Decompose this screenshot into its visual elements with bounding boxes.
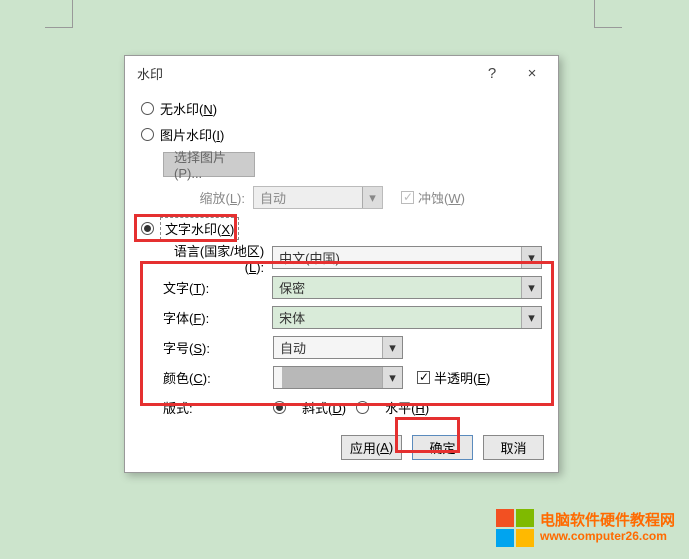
text-label: 文字(T): xyxy=(163,278,272,297)
page-corner-right xyxy=(594,0,622,28)
semitransparent-label: 半透明(E) xyxy=(434,368,490,387)
scale-select: 自动 ▾ xyxy=(253,186,383,209)
no-watermark-radio-row[interactable]: 无水印(N) xyxy=(141,96,542,120)
washout-label: 冲蚀(W) xyxy=(418,188,465,207)
site-url: www.computer26.com xyxy=(540,530,675,544)
ok-button[interactable]: 确定 xyxy=(412,435,473,460)
language-label: 语言(国家/地区)(L): xyxy=(163,241,272,275)
site-title: 电脑软件硬件教程网 xyxy=(540,512,675,529)
cancel-button[interactable]: 取消 xyxy=(483,435,544,460)
font-label: 字体(F): xyxy=(163,308,272,327)
ms-logo-icon xyxy=(496,509,534,547)
semitransparent-checkbox[interactable] xyxy=(417,371,430,384)
help-button[interactable]: ? xyxy=(472,58,512,88)
apply-button[interactable]: 应用(A) xyxy=(341,435,402,460)
chevron-down-icon[interactable]: ▾ xyxy=(521,277,541,298)
no-watermark-radio[interactable] xyxy=(141,102,154,115)
horizontal-label: 水平(H) xyxy=(385,398,429,417)
font-select[interactable]: 宋体 ▾ xyxy=(272,306,542,329)
size-select[interactable]: 自动 ▾ xyxy=(273,336,403,359)
chevron-down-icon[interactable]: ▾ xyxy=(521,247,541,268)
color-label: 颜色(C): xyxy=(163,368,273,387)
text-watermark-label: 文字水印(X) xyxy=(160,217,239,240)
horizontal-radio[interactable] xyxy=(356,401,369,414)
text-watermark-radio[interactable] xyxy=(141,222,154,235)
layout-label: 版式: xyxy=(163,398,273,417)
close-button[interactable]: × xyxy=(512,58,552,88)
watermark-dialog: 水印 ? × 无水印(N) 图片水印(I) 选择图片(P)... 缩放(L): xyxy=(124,55,559,473)
text-watermark-radio-row[interactable]: 文字水印(X) xyxy=(141,217,542,241)
diagonal-radio[interactable] xyxy=(273,401,286,414)
chevron-down-icon[interactable]: ▾ xyxy=(521,307,541,328)
page-corner-left xyxy=(45,0,73,28)
chevron-down-icon[interactable]: ▾ xyxy=(382,367,402,388)
scale-label: 缩放(L): xyxy=(163,188,253,207)
dialog-body: 无水印(N) 图片水印(I) 选择图片(P)... 缩放(L): 自动 ▾ xyxy=(125,90,558,427)
chevron-down-icon[interactable]: ▾ xyxy=(382,337,402,358)
washout-checkbox xyxy=(401,191,414,204)
chevron-down-icon: ▾ xyxy=(362,187,382,208)
no-watermark-label: 无水印(N) xyxy=(160,99,217,118)
dialog-titlebar: 水印 ? × xyxy=(125,56,558,90)
picture-section: 选择图片(P)... 缩放(L): 自动 ▾ 冲蚀(W) xyxy=(163,150,542,213)
color-swatch xyxy=(282,367,382,388)
language-select[interactable]: 中文(中国) ▾ xyxy=(272,246,542,269)
select-picture-button: 选择图片(P)... xyxy=(163,152,255,177)
picture-watermark-radio[interactable] xyxy=(141,128,154,141)
dialog-buttons: 应用(A) 确定 取消 xyxy=(125,427,558,472)
picture-watermark-radio-row[interactable]: 图片水印(I) xyxy=(141,122,542,146)
picture-watermark-label: 图片水印(I) xyxy=(160,125,224,144)
site-watermark: 电脑软件硬件教程网 www.computer26.com xyxy=(496,509,675,547)
dialog-title: 水印 xyxy=(137,64,472,83)
size-label: 字号(S): xyxy=(163,338,273,357)
color-select[interactable]: ▾ xyxy=(273,366,403,389)
text-select[interactable]: 保密 ▾ xyxy=(272,276,542,299)
diagonal-label: 斜式(D) xyxy=(302,398,346,417)
